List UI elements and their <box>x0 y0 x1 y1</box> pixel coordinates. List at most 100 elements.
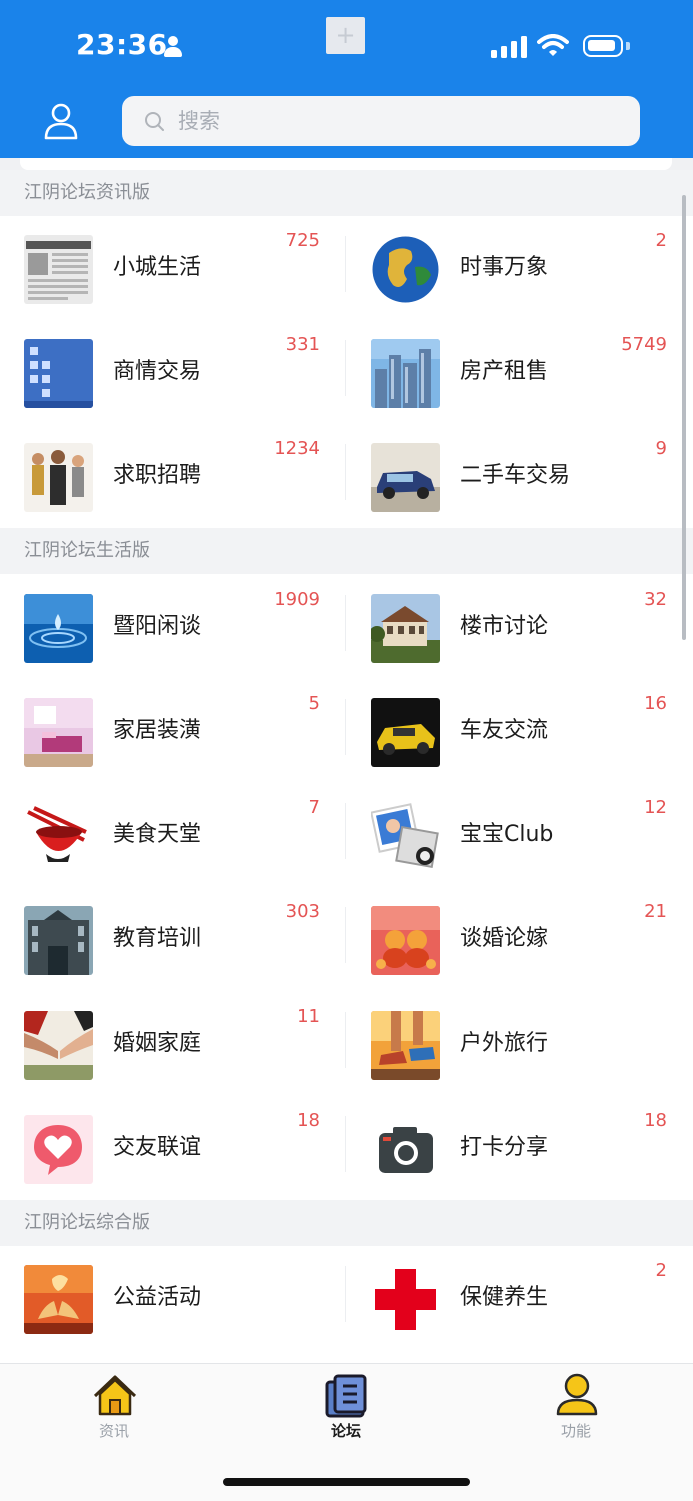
book-icon <box>325 1374 367 1418</box>
forum-name: 暨阳闲谈 <box>113 614 202 639</box>
section-header-general: 江阴论坛综合版 <box>0 1200 693 1246</box>
wedding-dolls-image <box>371 906 440 975</box>
scrollbar[interactable] <box>682 195 686 640</box>
forum-name: 小城生活 <box>113 255 202 280</box>
tab-label: 功能 <box>560 1422 591 1440</box>
water-drop-image <box>24 594 93 663</box>
bedroom-image <box>24 698 93 767</box>
forum-name: 求职招聘 <box>113 463 202 488</box>
tab-forum[interactable]: 论坛 <box>286 1364 406 1454</box>
post-count: 1909 <box>274 589 320 610</box>
divider <box>345 1266 346 1322</box>
city-buildings-image <box>371 339 440 408</box>
forum-name: 宝宝Club <box>460 822 554 847</box>
post-count: 11 <box>297 1006 320 1027</box>
forum-item-hunyin[interactable]: 婚姻家庭 11 <box>0 992 346 1096</box>
mansion-image <box>371 594 440 663</box>
divider <box>345 595 346 651</box>
battery-icon <box>583 35 623 57</box>
tab-label: 论坛 <box>330 1422 361 1440</box>
post-count: 21 <box>644 901 667 922</box>
post-count: 725 <box>285 230 320 251</box>
forum-name: 谈婚论嫁 <box>460 926 549 951</box>
forum-name: 户外旅行 <box>460 1031 549 1056</box>
forum-name: 教育培训 <box>113 926 202 951</box>
forum-name: 打卡分享 <box>460 1135 549 1160</box>
forum-item-baobao[interactable]: 宝宝Club 12 <box>347 783 693 887</box>
search-icon <box>145 112 164 131</box>
forum-item-tanhun[interactable]: 谈婚论嫁 21 <box>347 887 693 991</box>
forum-item-qiuzhi[interactable]: 求职招聘 1234 <box>0 424 346 528</box>
section-header-news: 江阴论坛资讯版 <box>0 170 693 216</box>
forum-item-meishi[interactable]: 美食天堂 7 <box>0 783 346 887</box>
tab-label: 资讯 <box>98 1422 129 1440</box>
tab-news[interactable]: 资讯 <box>54 1364 174 1454</box>
post-count: 16 <box>644 693 667 714</box>
post-count: 5749 <box>621 334 667 355</box>
forum-item-daka[interactable]: 打卡分享 18 <box>347 1096 693 1200</box>
post-count: 5 <box>308 693 320 714</box>
forum-item-loushi[interactable]: 楼市讨论 32 <box>347 575 693 679</box>
forum-item-shishi[interactable]: 时事万象 2 <box>347 216 693 320</box>
tab-functions[interactable]: 功能 <box>516 1364 636 1454</box>
forum-item-xiaocheng[interactable]: 小城生活 725 <box>0 216 346 320</box>
section-title: 江阴论坛生活版 <box>24 540 150 561</box>
post-count: 2 <box>655 1260 667 1281</box>
post-count: 12 <box>644 797 667 818</box>
forum-name: 家居装潢 <box>113 718 202 743</box>
user-profile-icon[interactable] <box>40 100 82 142</box>
forum-name: 楼市讨论 <box>460 614 549 639</box>
holding-hands-image <box>24 1011 93 1080</box>
forum-item-huwai[interactable]: 户外旅行 <box>347 992 693 1096</box>
forum-list[interactable]: 江阴论坛资讯版 小城生活 725 时事万象 2 商情交易 331 房产租售 57… <box>0 158 693 1363</box>
forum-item-jiaoyu[interactable]: 教育培训 303 <box>0 887 346 991</box>
post-count: 303 <box>285 901 320 922</box>
section-header-life: 江阴论坛生活版 <box>0 528 693 574</box>
divider <box>345 1012 346 1068</box>
status-time: 23:36 <box>76 28 168 61</box>
business-people-image <box>24 443 93 512</box>
globe-image <box>371 235 440 304</box>
heart-chat-icon <box>24 1115 93 1184</box>
newspaper-image <box>24 235 93 304</box>
forum-item-cheyou[interactable]: 车友交流 16 <box>347 679 693 783</box>
forum-name: 婚姻家庭 <box>113 1031 202 1056</box>
forum-item-jiaju[interactable]: 家居装潢 5 <box>0 679 346 783</box>
divider <box>345 699 346 755</box>
home-indicator <box>223 1478 470 1486</box>
plus-icon: + <box>326 17 365 54</box>
battery-cap <box>626 42 630 50</box>
post-count: 1234 <box>274 438 320 459</box>
forum-name: 保健养生 <box>460 1285 549 1310</box>
post-count: 331 <box>285 334 320 355</box>
forum-item-jiaoyou[interactable]: 交友联谊 18 <box>0 1096 346 1200</box>
divider <box>345 340 346 396</box>
forum-name: 房产租售 <box>460 359 549 384</box>
post-count: 7 <box>308 797 320 818</box>
divider <box>345 236 346 292</box>
post-count: 32 <box>644 589 667 610</box>
forum-item-gongyi[interactable]: 公益活动 <box>0 1246 346 1350</box>
forum-item-shangqing[interactable]: 商情交易 331 <box>0 320 346 424</box>
bowl-chopsticks-image <box>24 802 93 871</box>
forum-item-fangchan[interactable]: 房产租售 5749 <box>347 320 693 424</box>
home-icon <box>93 1375 137 1416</box>
school-building-image <box>24 906 93 975</box>
section-title: 江阴论坛综合版 <box>24 1212 150 1233</box>
red-cross-image <box>371 1265 440 1334</box>
camera-icon <box>371 1115 440 1184</box>
divider <box>345 1116 346 1172</box>
forum-name: 美食天堂 <box>113 822 202 847</box>
person-status-icon <box>163 36 183 58</box>
post-count: 9 <box>655 438 667 459</box>
search-input[interactable]: 搜索 <box>122 96 640 146</box>
post-count: 18 <box>644 1110 667 1131</box>
section-title: 江阴论坛资讯版 <box>24 182 150 203</box>
search-placeholder: 搜索 <box>178 109 220 133</box>
forum-item-ershouche[interactable]: 二手车交易 9 <box>347 424 693 528</box>
charity-hands-image <box>24 1265 93 1334</box>
forum-item-baojian[interactable]: 保健养生 2 <box>347 1246 693 1350</box>
forum-item-jiyang[interactable]: 暨阳闲谈 1909 <box>0 575 346 679</box>
signal-icon <box>491 36 527 58</box>
forum-name: 二手车交易 <box>460 463 571 488</box>
